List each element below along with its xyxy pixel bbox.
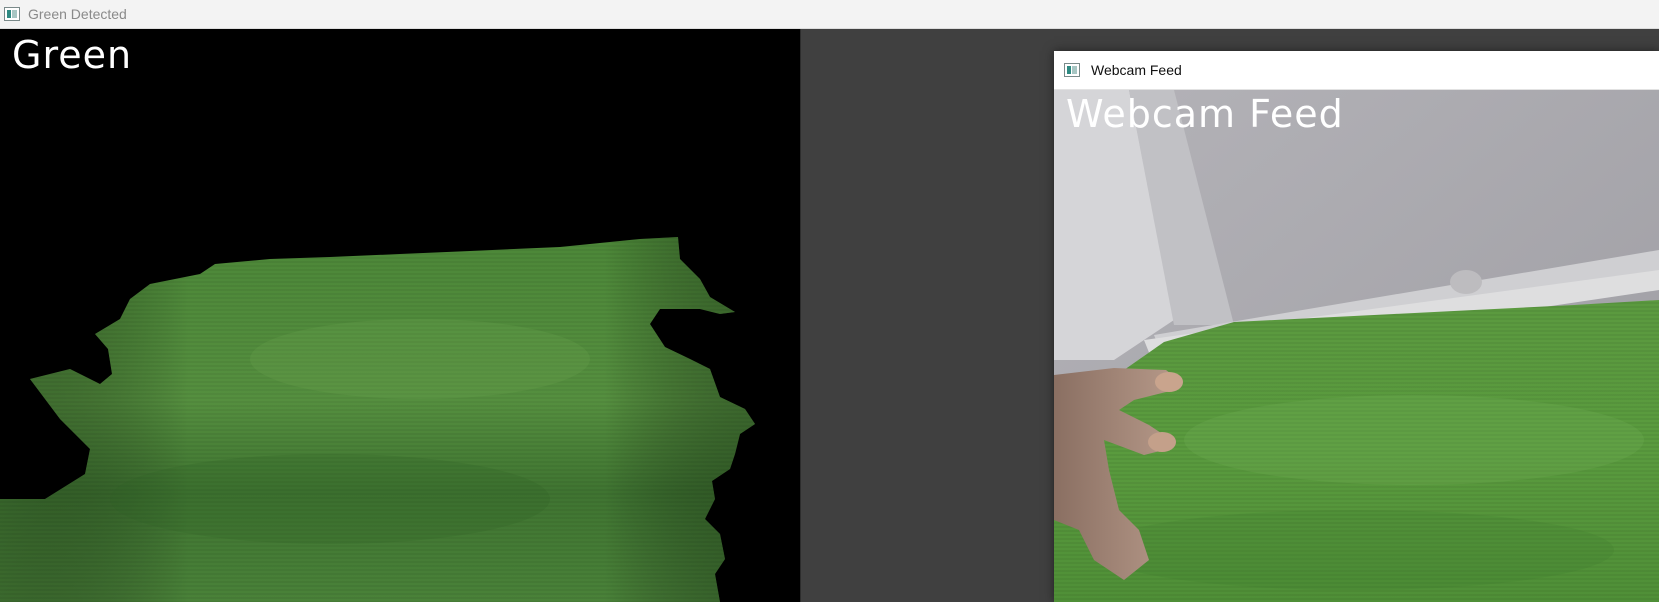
window-app-icon (4, 7, 20, 21)
window-title: Webcam Feed (1091, 62, 1182, 78)
webcam-frame (1054, 90, 1659, 602)
overlay-label-green: Green (12, 33, 133, 77)
webcam-feed-titlebar[interactable]: Webcam Feed (1054, 51, 1659, 90)
green-detected-titlebar[interactable]: Green Detected (0, 0, 1659, 29)
green-mask-image: Green (0, 29, 800, 602)
window-title: Green Detected (28, 6, 127, 22)
window-divider (800, 29, 801, 602)
overlay-label-webcam-feed: Webcam Feed (1066, 92, 1344, 136)
window-app-icon (1064, 63, 1080, 77)
masked-cloth-image (0, 237, 755, 602)
webcam-feed-window: Webcam Feed Webcam Feed (1054, 51, 1659, 602)
webcam-feed-image: Webcam Feed (1054, 90, 1659, 602)
